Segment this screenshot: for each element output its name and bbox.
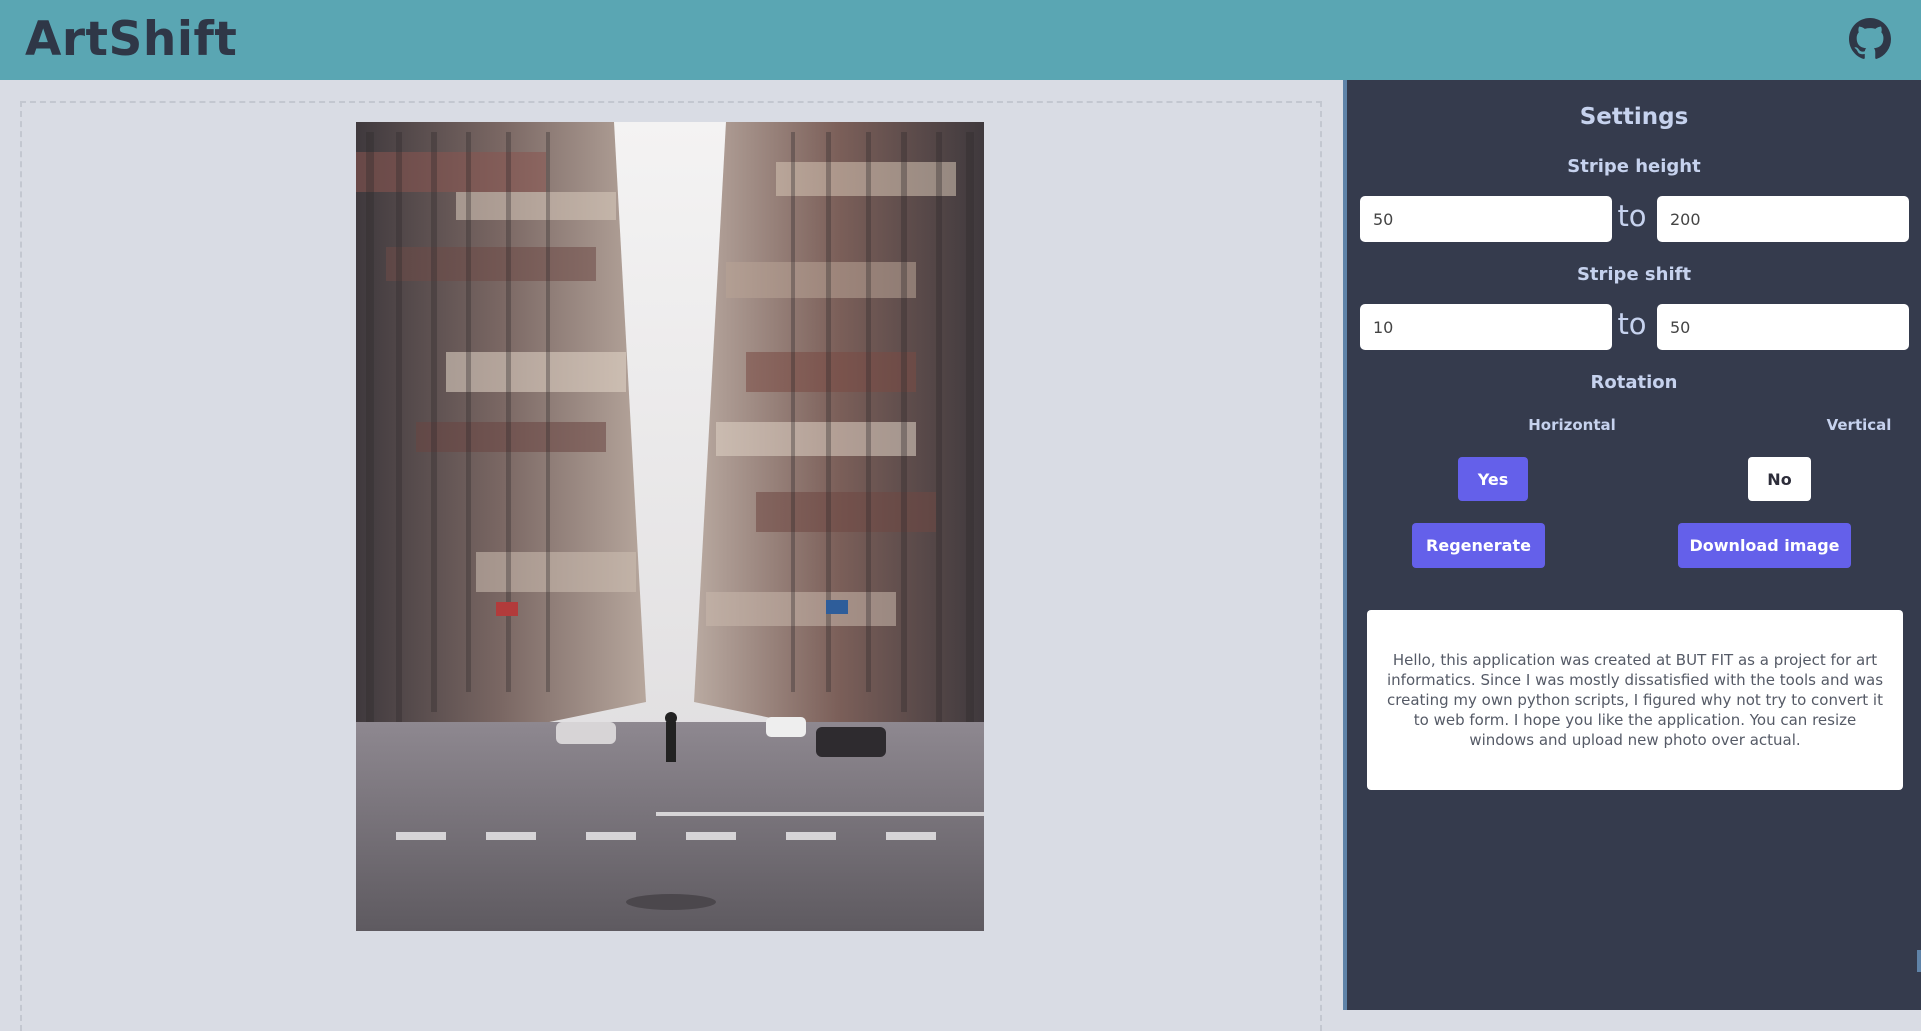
stripe-shift-from-input[interactable] (1360, 304, 1612, 350)
settings-title: Settings (1579, 104, 1689, 130)
stripe-shift-to-label: to (1617, 307, 1647, 341)
horizontal-label: Horizontal (1528, 416, 1616, 434)
stripe-height-to-label: to (1617, 199, 1647, 233)
top-bar: ArtShift (0, 0, 1921, 80)
download-image-button[interactable]: Download image (1678, 523, 1851, 568)
app-title: ArtShift (25, 12, 238, 67)
scrollbar-thumb[interactable] (1917, 950, 1921, 972)
vertical-label: Vertical (1826, 416, 1892, 434)
github-icon[interactable] (1849, 18, 1891, 60)
stripe-height-to-input[interactable] (1657, 196, 1909, 242)
vertical-toggle-button[interactable]: No (1748, 457, 1811, 501)
horizontal-toggle-button[interactable]: Yes (1458, 457, 1528, 501)
stripe-shift-label: Stripe shift (1576, 264, 1692, 285)
info-text: Hello, this application was created at B… (1367, 610, 1903, 790)
stripe-height-label: Stripe height (1567, 156, 1701, 177)
stripe-shift-to-input[interactable] (1657, 304, 1909, 350)
rotation-label: Rotation (1590, 372, 1678, 393)
stripe-height-from-input[interactable] (1360, 196, 1612, 242)
regenerate-button[interactable]: Regenerate (1412, 523, 1545, 568)
settings-panel: Settings Stripe height to Stripe shift t… (1347, 80, 1921, 1010)
stripe-shifted-photo (356, 122, 984, 931)
